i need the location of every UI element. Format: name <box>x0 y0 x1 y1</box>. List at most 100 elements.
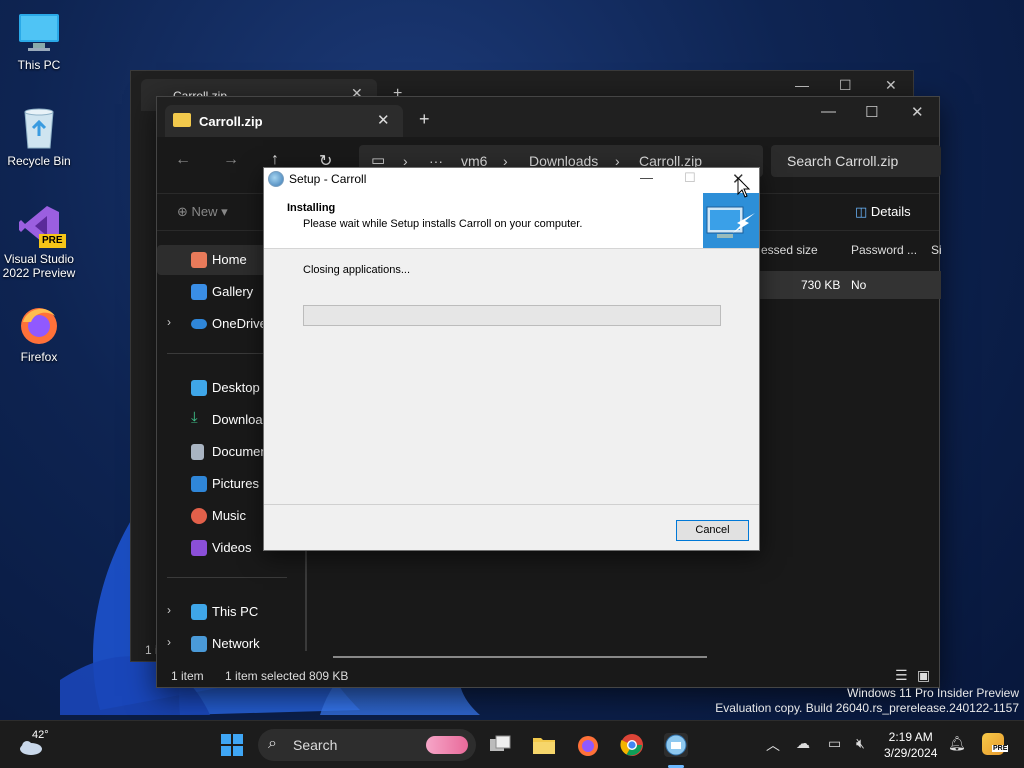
sidebar-item-label: OneDrive <box>212 316 267 331</box>
table-row[interactable]: 730 KB No <box>757 271 941 299</box>
sidebar-item-this-pc[interactable]: › This PC <box>157 597 307 627</box>
chevron-right-icon[interactable]: › <box>167 603 171 617</box>
setup-wizard-icon <box>703 193 759 248</box>
new-label: New <box>191 204 218 219</box>
sidebar-item-network[interactable]: › Network <box>157 629 307 659</box>
search-label: Search <box>293 737 338 753</box>
close-icon[interactable]: ✕ <box>885 77 897 94</box>
item-count: 1 item <box>171 669 204 683</box>
maximize-icon: ☐ <box>684 170 696 185</box>
sidebar-item-label: Downloa <box>212 412 263 427</box>
divider <box>264 504 759 505</box>
tab-title: Carroll.zip <box>199 114 263 129</box>
selection-info: 1 item selected 809 KB <box>225 669 349 683</box>
tab-carroll-zip[interactable]: Carroll.zip ✕ <box>165 105 403 137</box>
tiles-view-icon[interactable]: ▣ <box>917 667 930 684</box>
details-view-icon[interactable]: ☰ <box>895 667 908 684</box>
volume-muted-icon[interactable]: 🔇︎ <box>856 735 865 752</box>
close-icon[interactable]: ✕ <box>911 103 924 121</box>
install-status-text: Closing applications... <box>303 264 411 276</box>
compressed-size-cell: 730 KB <box>801 278 841 292</box>
status-bar: 1 item 1 item selected 809 KB ☰ ▣ <box>157 665 939 689</box>
weather-widget[interactable]: 42° <box>18 729 58 761</box>
copilot-pre-badge: PRE <box>992 745 1009 752</box>
dialog-title-bar: Setup - Carroll — ☐ ✕ <box>264 168 759 190</box>
cancel-button[interactable]: Cancel <box>676 520 749 541</box>
network-icon[interactable]: ▭ <box>828 735 841 752</box>
setup-dialog[interactable]: Setup - Carroll — ☐ ✕ Installing Please … <box>263 167 760 551</box>
column-header-size[interactable]: Si <box>931 243 942 257</box>
minimize-icon[interactable]: — <box>640 170 653 185</box>
page-subheading: Please wait while Setup installs Carroll… <box>303 218 583 230</box>
copilot-button[interactable]: PRE <box>982 733 1009 755</box>
taskbar: 42° ⌕ Search ︿ ☁ ▭ 🔇︎ 2:19 AM 3/29/2024 … <box>0 720 1024 768</box>
task-view-button[interactable] <box>488 733 512 757</box>
clock-date: 3/29/2024 <box>884 746 938 760</box>
minimize-icon[interactable]: — <box>821 103 836 120</box>
desktop-icon-label: Visual Studio 2022 Preview <box>2 252 76 280</box>
pictures-icon <box>191 476 207 492</box>
sidebar-item-label: Desktop <box>212 380 260 395</box>
sidebar-item-label: Gallery <box>212 284 254 299</box>
desktop-icon-visual-studio[interactable]: PRE Visual Studio 2022 Preview <box>0 204 78 280</box>
forward-icon[interactable]: → <box>223 151 239 169</box>
new-button[interactable]: ⊕ New ▾ <box>177 204 228 220</box>
notification-bell-icon[interactable]: 🔔︎ <box>948 735 966 752</box>
maximize-icon[interactable]: ☐ <box>865 103 878 121</box>
firefox-icon <box>578 736 598 756</box>
sidebar-item-label: Network <box>212 636 260 651</box>
home-icon <box>191 252 207 268</box>
new-tab-icon[interactable]: + <box>419 109 430 130</box>
back-icon[interactable]: ← <box>175 151 191 169</box>
documents-icon <box>191 444 204 460</box>
recycle-bin-icon <box>17 106 61 150</box>
details-label: Details <box>870 204 911 219</box>
setup-taskbar-button[interactable] <box>664 733 688 757</box>
network-icon <box>191 636 207 652</box>
details-pane-icon: ◫ <box>855 204 868 219</box>
sidebar-item-label: Videos <box>212 540 252 555</box>
sidebar-item-label: Music <box>212 508 246 523</box>
column-header-password[interactable]: Password ... <box>851 243 917 257</box>
chevron-right-icon[interactable]: › <box>167 635 171 649</box>
firefox-icon <box>17 302 61 346</box>
sidebar-item-label: This PC <box>212 604 259 619</box>
desktop-icon-label: This PC <box>17 58 61 72</box>
search-icon: ⌕ <box>268 735 277 752</box>
maximize-icon[interactable]: ☐ <box>839 77 852 94</box>
desktop-icon-this-pc[interactable]: This PC <box>0 10 78 72</box>
watermark-line-2: Evaluation copy. Build 26040.rs_prerelea… <box>715 701 1019 715</box>
file-explorer-taskbar-button[interactable] <box>532 733 556 757</box>
details-button[interactable]: ◫ Details <box>855 204 911 220</box>
mouse-cursor <box>737 177 751 198</box>
folder-zip-icon <box>173 113 191 127</box>
page-heading: Installing <box>287 202 336 214</box>
chevron-up-icon[interactable]: ︿ <box>766 735 780 755</box>
desktop-icon-recycle-bin[interactable]: Recycle Bin <box>0 106 78 168</box>
desktop-icon-firefox[interactable]: Firefox <box>0 302 78 364</box>
chevron-right-icon[interactable]: › <box>167 315 171 329</box>
setup-app-icon <box>665 734 687 756</box>
title-bar: Carroll.zip ✕ + — ☐ ✕ <box>157 97 939 137</box>
chrome-taskbar-button[interactable] <box>620 733 644 757</box>
setup-app-icon <box>268 171 284 187</box>
firefox-taskbar-button[interactable] <box>576 733 600 757</box>
search-input[interactable]: Search Carroll.zip <box>771 145 941 177</box>
monitor-icon <box>17 10 61 54</box>
clock[interactable]: 2:19 AM 3/29/2024 <box>884 729 937 761</box>
taskbar-search[interactable]: ⌕ Search <box>258 729 476 761</box>
this-pc-icon <box>191 604 207 620</box>
install-progress-bar <box>303 305 721 326</box>
desktop-icon-label: Recycle Bin <box>7 154 71 168</box>
minimize-icon[interactable]: — <box>795 77 809 93</box>
onedrive-offline-icon[interactable]: ☁ <box>796 735 810 752</box>
windows-logo-icon <box>221 734 243 756</box>
videos-icon <box>191 540 207 556</box>
chrome-icon <box>620 734 643 756</box>
horizontal-scrollbar[interactable] <box>333 656 707 658</box>
start-button[interactable] <box>220 733 244 757</box>
sidebar-item-label: Pictures <box>212 476 259 491</box>
column-header-compressed-size[interactable]: essed size <box>761 243 818 257</box>
weather-temperature: 42° <box>32 729 49 741</box>
close-tab-icon[interactable]: ✕ <box>377 111 390 129</box>
